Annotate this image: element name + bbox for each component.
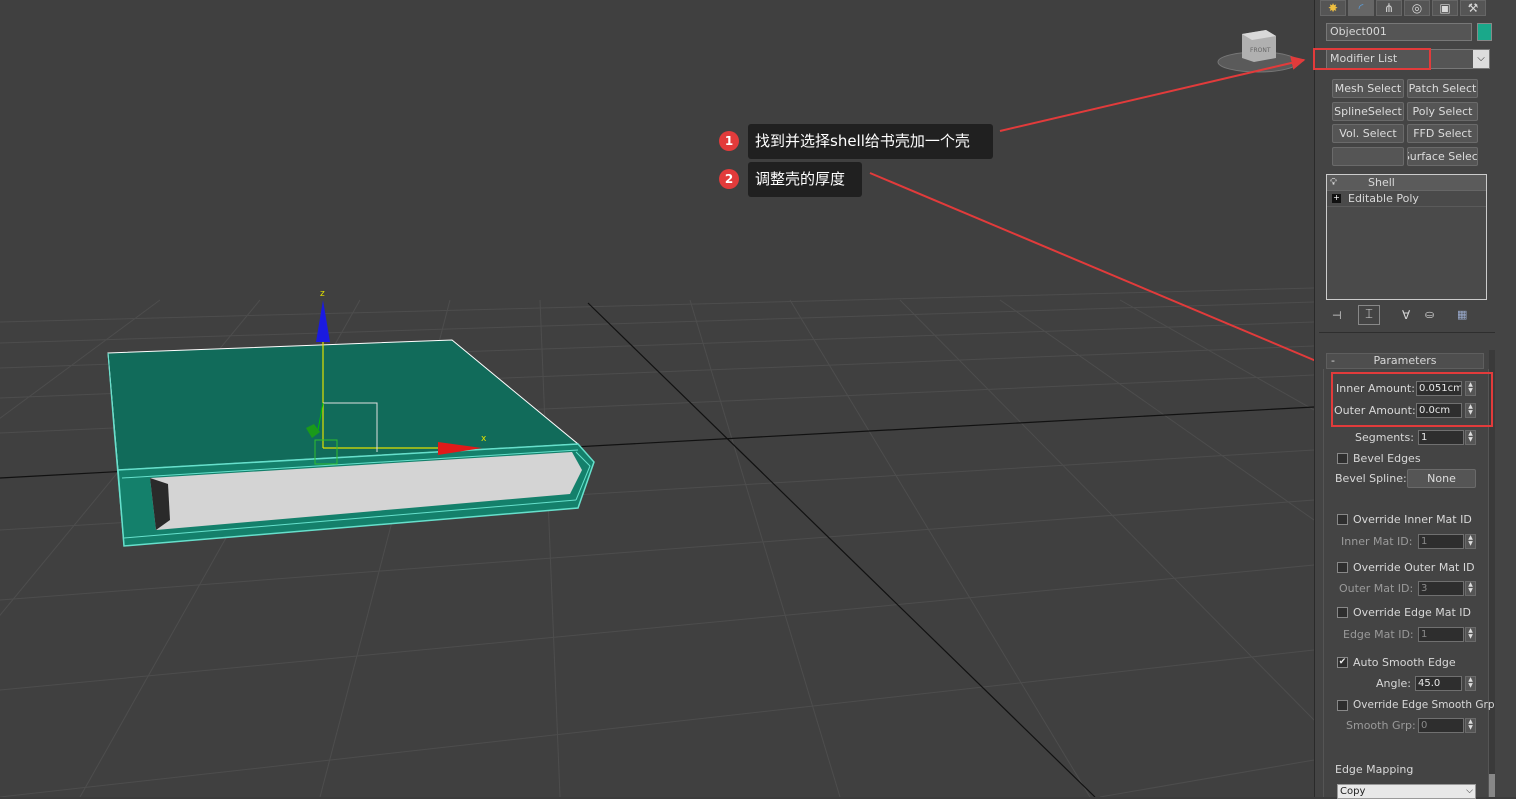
surface-select-button[interactable]: Surface Select	[1407, 147, 1478, 166]
outer-mat-id-label: Outer Mat ID:	[1339, 582, 1414, 595]
poly-select-button[interactable]: Poly Select	[1407, 102, 1478, 121]
stack-item-label: Shell	[1368, 176, 1395, 189]
patch-select-button[interactable]: Patch Select	[1407, 79, 1478, 98]
lightbulb-icon[interactable]: 💡︎	[1330, 175, 1337, 191]
bevel-edges-label: Bevel Edges	[1353, 452, 1421, 465]
smooth-grp-field[interactable]: 0	[1418, 718, 1464, 733]
utilities-tab[interactable]: ⚒	[1460, 0, 1486, 16]
bevel-spline-button[interactable]: None	[1407, 469, 1476, 488]
inner-mat-id-label: Inner Mat ID:	[1341, 535, 1413, 548]
inner-amount-field[interactable]: 0.051cm	[1416, 381, 1462, 396]
override-edge-label: Override Edge Mat ID	[1353, 606, 1472, 619]
object-name-field[interactable]: Object001	[1326, 23, 1472, 41]
smooth-grp-label: Smooth Grp:	[1346, 719, 1416, 732]
viewport-perspective[interactable]: z x FRONT 1 找到并选择shell给书壳加一个壳 2 调整壳的厚度	[0, 0, 1314, 797]
display-tab[interactable]: ▣	[1432, 0, 1458, 16]
stack-item-label: Editable Poly	[1348, 192, 1419, 205]
ffd-select-button[interactable]: FFD Select	[1407, 124, 1478, 143]
create-tab[interactable]: ✸	[1320, 0, 1346, 16]
divider	[1319, 332, 1495, 333]
remove-modifier-icon[interactable]: ⛀	[1425, 308, 1434, 321]
annotation-1-text: 找到并选择shell给书壳加一个壳	[748, 124, 993, 159]
motion-tab[interactable]: ◎	[1404, 0, 1430, 16]
outer-mat-id-field[interactable]: 3	[1418, 581, 1464, 596]
object-name: Object001	[1330, 25, 1387, 38]
modify-tab[interactable]: ◜	[1348, 0, 1374, 16]
motion-icon: ◎	[1411, 1, 1423, 15]
override-smooth-checkbox[interactable]	[1337, 700, 1348, 711]
expand-plus-icon[interactable]: +	[1332, 194, 1341, 203]
override-inner-checkbox[interactable]	[1337, 514, 1348, 525]
parameters-rollout-header[interactable]: - Parameters	[1326, 353, 1484, 369]
object-color-swatch[interactable]	[1477, 23, 1492, 41]
edge-mapping-label: Edge Mapping	[1335, 763, 1414, 776]
segments-label: Segments:	[1355, 431, 1414, 444]
viewcube[interactable]: FRONT	[0, 0, 1314, 797]
empty-slot-button[interactable]	[1332, 147, 1404, 166]
configure-sets-icon[interactable]: ▦	[1457, 308, 1467, 321]
segments-field[interactable]: 1	[1418, 430, 1464, 445]
modify-icon: ◜	[1358, 1, 1364, 15]
segments-spinner[interactable]: ▲ ▼	[1465, 430, 1476, 445]
edge-mat-id-spinner[interactable]: ▲ ▼	[1465, 627, 1476, 642]
outer-amount-spinner[interactable]: ▲ ▼	[1465, 403, 1476, 418]
annotation-2-text: 调整壳的厚度	[748, 162, 862, 197]
outer-amount-field[interactable]: 0.0cm	[1416, 403, 1462, 418]
annotation-1-badge: 1	[719, 131, 739, 151]
inner-amount-label: Inner Amount:	[1336, 382, 1415, 395]
outer-mat-id-spinner[interactable]: ▲ ▼	[1465, 581, 1476, 596]
stack-item-shell[interactable]: 💡︎ Shell	[1327, 175, 1486, 191]
smooth-grp-spinner[interactable]: ▲ ▼	[1465, 718, 1476, 733]
display-icon: ▣	[1439, 1, 1451, 15]
hierarchy-tab[interactable]: ⋔	[1376, 0, 1402, 16]
bevel-edges-checkbox[interactable]	[1337, 453, 1348, 464]
override-edge-checkbox[interactable]	[1337, 607, 1348, 618]
auto-smooth-checkbox[interactable]: ✔	[1337, 657, 1348, 668]
angle-spinner[interactable]: ▲ ▼	[1465, 676, 1476, 691]
bevel-spline-label: Bevel Spline:	[1335, 472, 1407, 485]
inner-mat-id-field[interactable]: 1	[1418, 534, 1464, 549]
chevron-down-icon: ⌵	[1473, 50, 1489, 68]
hierarchy-icon: ⋔	[1383, 1, 1395, 15]
make-unique-icon[interactable]: ∀	[1402, 308, 1410, 322]
edge-mat-id-label: Edge Mat ID:	[1343, 628, 1414, 641]
create-icon: ✸	[1327, 1, 1339, 15]
rollout-title: Parameters	[1373, 354, 1437, 367]
edge-mapping-value: Copy	[1340, 786, 1366, 797]
spline-select-button[interactable]: SplineSelect	[1332, 102, 1404, 121]
override-inner-label: Override Inner Mat ID	[1353, 513, 1472, 526]
stack-tools: ⊣ ⌶ ∀ ⛀ ▦	[1326, 305, 1496, 327]
override-smooth-label: Override Edge Smooth Grp	[1353, 699, 1495, 711]
auto-smooth-label: Auto Smooth Edge	[1353, 656, 1456, 669]
viewcube-front-label: FRONT	[1250, 47, 1271, 54]
inner-amount-spinner[interactable]: ▲ ▼	[1465, 381, 1476, 396]
vol-select-button[interactable]: Vol. Select	[1332, 124, 1404, 143]
chevron-down-icon: ⌵	[1466, 786, 1473, 796]
inner-mat-id-spinner[interactable]: ▲ ▼	[1465, 534, 1476, 549]
override-outer-checkbox[interactable]	[1337, 562, 1348, 573]
rollout-collapse-icon: -	[1331, 354, 1335, 367]
command-panel: ✸ ◜ ⋔ ◎ ▣ ⚒ Object001 Modifier List ⌵ Me…	[1313, 0, 1516, 799]
show-end-result-icon[interactable]: ⌶	[1358, 305, 1380, 325]
angle-label: Angle:	[1376, 677, 1412, 690]
modifier-list-highlight	[1313, 48, 1431, 70]
angle-field[interactable]: 45.0	[1415, 676, 1462, 691]
outer-amount-label: Outer Amount:	[1334, 404, 1416, 417]
pin-stack-icon[interactable]: ⊣	[1332, 309, 1342, 322]
mesh-select-button[interactable]: Mesh Select	[1332, 79, 1404, 98]
override-outer-label: Override Outer Mat ID	[1353, 561, 1475, 574]
edge-mat-id-field[interactable]: 1	[1418, 627, 1464, 642]
utilities-icon: ⚒	[1467, 1, 1479, 15]
annotation-2-badge: 2	[719, 169, 739, 189]
modifier-stack[interactable]: 💡︎ Shell + Editable Poly	[1326, 174, 1487, 300]
stack-item-editable-poly[interactable]: + Editable Poly	[1327, 191, 1486, 207]
